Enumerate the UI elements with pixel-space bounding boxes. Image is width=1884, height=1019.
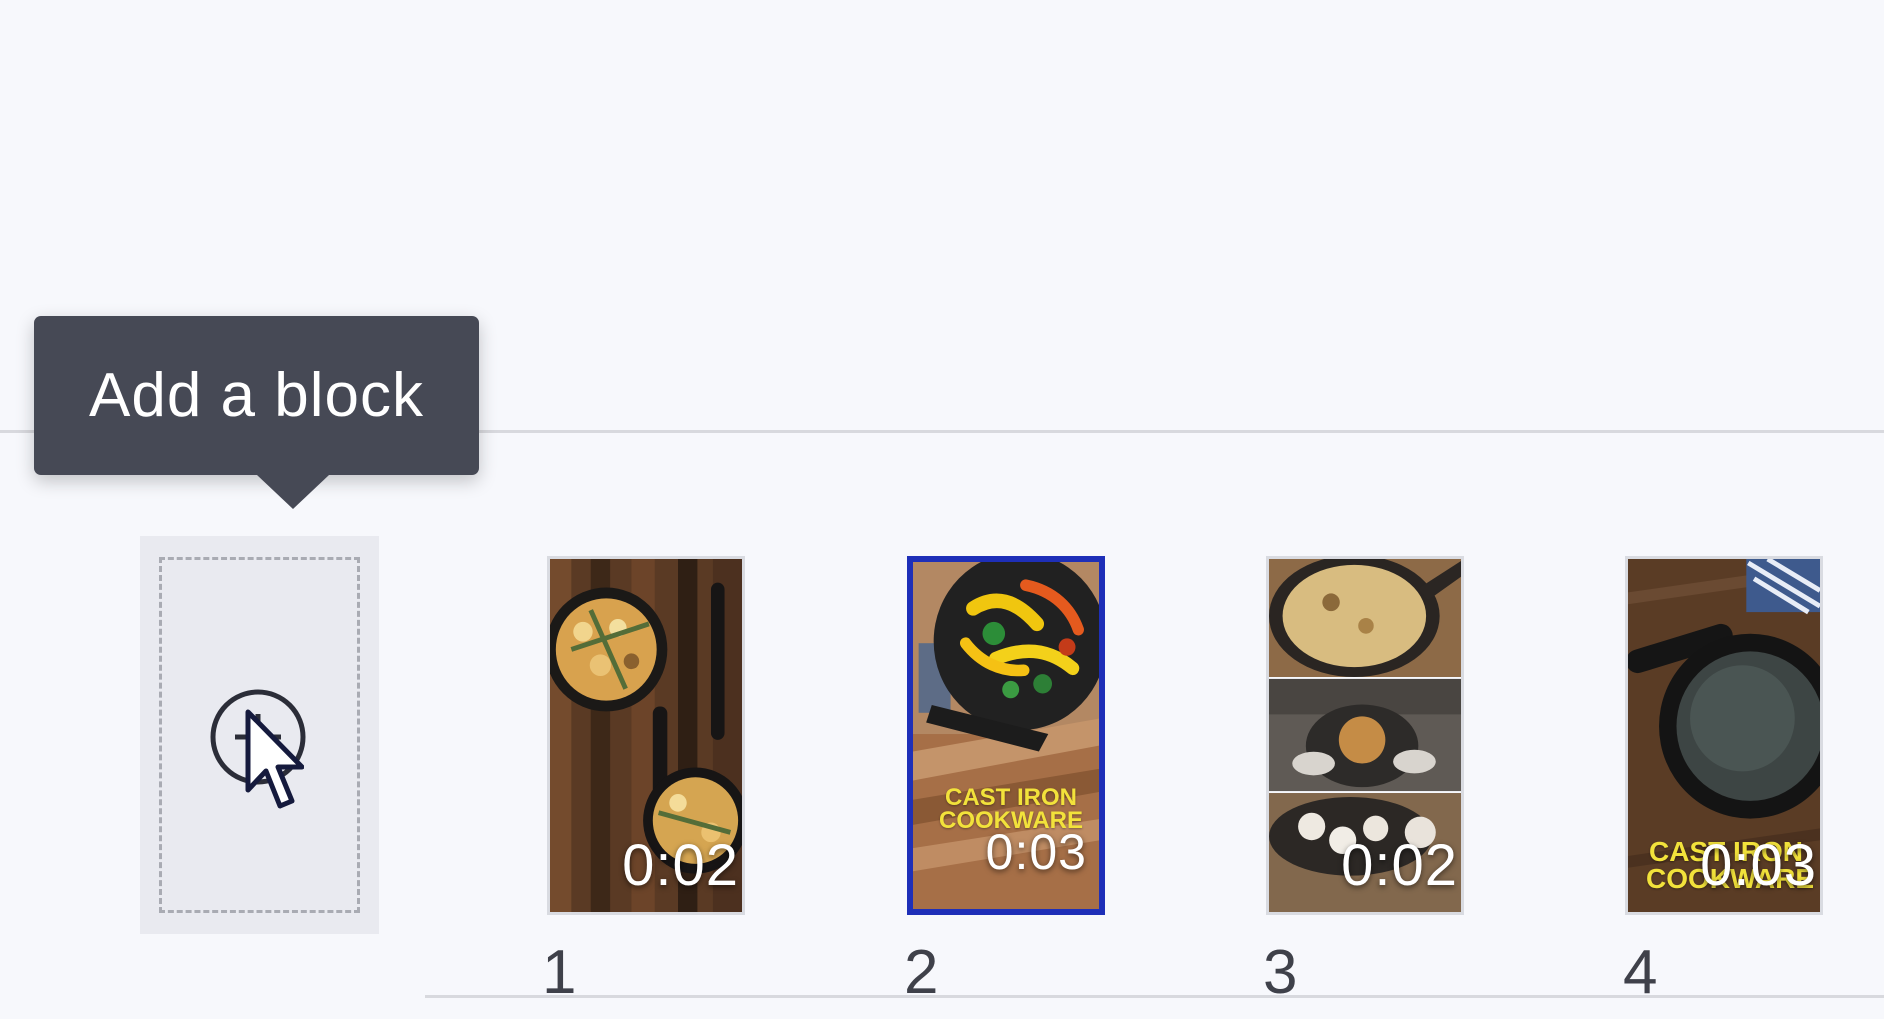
block-number: 4 xyxy=(1623,938,1658,1007)
block-duration: 0:03 xyxy=(1700,833,1817,898)
tooltip-arrow xyxy=(257,475,329,509)
add-block-button[interactable] xyxy=(140,536,379,934)
block-duration: 0:02 xyxy=(1341,833,1458,898)
block-number: 1 xyxy=(542,938,577,1007)
block-duration: 0:03 xyxy=(985,824,1087,880)
story-block-1[interactable]: 0:02 xyxy=(547,556,745,915)
story-block-4[interactable]: CAST IRON COOKWARE 0:03 xyxy=(1625,556,1823,915)
add-block-tooltip: Add a block xyxy=(34,316,479,509)
block-number: 2 xyxy=(904,938,939,1007)
story-block-3[interactable]: 0:02 xyxy=(1266,556,1464,915)
block-duration: 0:02 xyxy=(622,833,739,898)
timeline-bottom-divider xyxy=(425,995,1884,998)
mouse-cursor-icon xyxy=(245,709,304,809)
block-number: 3 xyxy=(1263,938,1298,1007)
story-block-2[interactable]: CAST IRON COOKWARE 0:03 xyxy=(907,556,1105,915)
tooltip-text: Add a block xyxy=(89,361,424,430)
